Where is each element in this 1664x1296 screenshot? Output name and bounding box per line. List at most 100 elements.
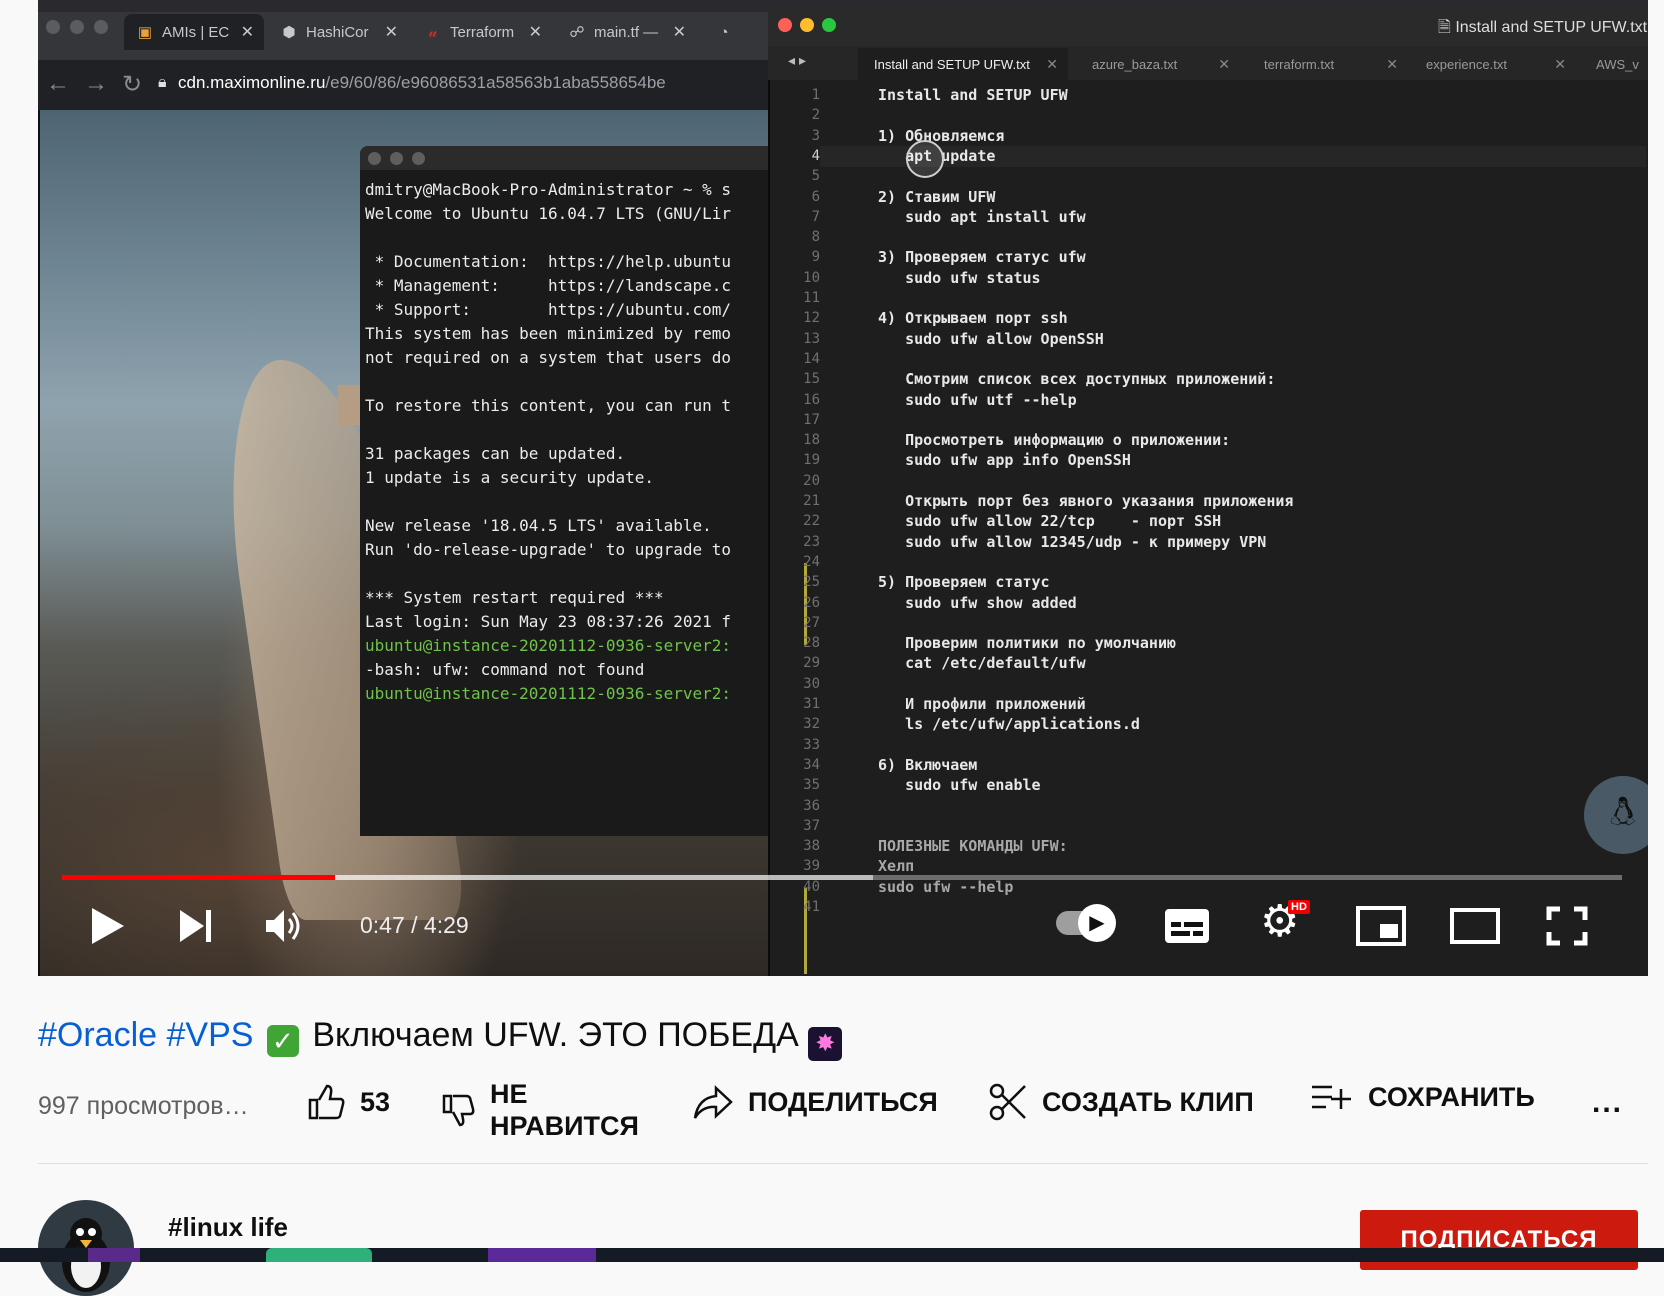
forward-arrow-icon[interactable]: → (84, 70, 108, 98)
lock-icon: 🔒︎ (158, 74, 167, 91)
code-line[interactable]: ПОЛЕЗНЫЕ КОМАНДЫ UFW: (878, 837, 1068, 855)
fullscreen-icon[interactable] (1546, 906, 1588, 946)
close-icon[interactable]: ✕ (673, 22, 686, 42)
close-icon[interactable]: ✕ (529, 22, 542, 42)
more-actions-icon[interactable]: ... (1592, 1086, 1623, 1120)
code-line[interactable]: sudo ufw allow OpenSSH (878, 330, 1104, 348)
line-number: 38 (803, 838, 820, 855)
share-arrow-icon (693, 1085, 733, 1119)
video-player[interactable]: ▣ AMIs | EC ✕ ⬢ HashiCor ✕ 𝓊 Terraform ✕… (38, 0, 1648, 976)
code-line[interactable]: 1) Обновляемся (878, 127, 1004, 145)
code-line[interactable]: 4) Открываем порт ssh (878, 309, 1068, 327)
browser-tab[interactable]: ▣ AMIs | EC ✕ (124, 14, 264, 50)
code-line[interactable]: sudo ufw --help (878, 878, 1013, 896)
like-button[interactable]: 53 (306, 1082, 390, 1122)
code-line[interactable]: sudo ufw show added (878, 594, 1077, 612)
editor-tab-label: experience.txt (1426, 56, 1507, 72)
line-number: 9 (811, 249, 820, 266)
code-line[interactable]: Смотрим список всех доступных приложений… (878, 370, 1275, 388)
hd-badge: HD (1288, 900, 1310, 914)
volume-icon[interactable] (264, 906, 304, 946)
terminal-window[interactable] (360, 146, 770, 836)
close-icon[interactable]: ✕ (385, 22, 398, 42)
share-label: ПОДЕЛИТЬСЯ (748, 1086, 938, 1117)
channel-name[interactable]: #linux life (168, 1212, 288, 1243)
code-line[interactable]: Хелп (878, 857, 914, 875)
line-number: 8 (811, 229, 820, 246)
code-line[interactable]: ls /etc/ufw/applications.d (878, 715, 1140, 733)
miniplayer-icon[interactable] (1356, 906, 1406, 946)
line-number: 29 (803, 655, 820, 672)
close-icon[interactable]: ✕ (241, 22, 254, 42)
minimize-dot[interactable] (800, 18, 814, 32)
tab-label: AMIs | EC (162, 23, 230, 41)
line-number: 19 (803, 452, 820, 469)
code-line[interactable]: 6) Включаем (878, 756, 977, 774)
title-hashtags[interactable]: #Oracle #VPS (38, 1016, 253, 1054)
editor-tab[interactable]: AWS_v (1580, 48, 1648, 80)
code-line[interactable]: cat /etc/default/ufw (878, 654, 1086, 672)
code-line[interactable]: И профили приложений (878, 695, 1086, 713)
check-mark-icon: ✓ (266, 1025, 299, 1057)
terminal-line: To restore this content, you can run t (365, 396, 732, 415)
like-count: 53 (360, 1086, 391, 1117)
next-icon[interactable] (178, 908, 214, 944)
view-count[interactable]: 997 просмотров… (38, 1092, 249, 1121)
subtitles-icon[interactable] (1164, 908, 1210, 944)
close-icon[interactable]: ✕ (1218, 56, 1230, 73)
line-number: 12 (803, 310, 820, 327)
browser-tab[interactable]: 𝓊 Terraform ✕ (412, 14, 552, 50)
editor-window-title: 🗎 Install and SETUP UFW.txt (1438, 19, 1648, 36)
close-dot[interactable] (778, 18, 792, 32)
terminal-line: not required on a system that users do (365, 348, 732, 367)
terminal-line: *** System restart required *** (365, 588, 664, 607)
code-line[interactable]: sudo ufw status (878, 269, 1040, 287)
code-line[interactable]: sudo ufw allow 12345/udp - к примеру VPN (878, 533, 1266, 551)
code-line[interactable]: sudo apt install ufw (878, 208, 1086, 226)
dock-item (266, 1248, 372, 1262)
share-button[interactable]: ПОДЕЛИТЬСЯ (692, 1082, 938, 1122)
url-text[interactable]: cdn.maximonline.ru/e9/60/86/e96086531a58… (178, 73, 666, 93)
tab-label: Terraform (450, 23, 515, 41)
save-button[interactable]: СОХРАНИТЬ (1310, 1082, 1535, 1113)
terminal-line: * Documentation: https://help.ubuntu (365, 252, 732, 271)
editor-tab[interactable]: terraform.txt ✕ (1248, 48, 1408, 80)
code-line[interactable]: Install and SETUP UFW (878, 86, 1068, 104)
close-icon[interactable]: ✕ (1554, 56, 1566, 73)
browser-tab[interactable]: ☍ main.tf — ✕ (556, 14, 696, 50)
code-line[interactable]: sudo ufw utf --help (878, 391, 1077, 409)
line-number: 39 (803, 858, 820, 875)
code-line[interactable]: sudo ufw allow 22/tcp - порт SSH (878, 512, 1221, 530)
terminal-line: New release '18.04.5 LTS' available. (365, 516, 712, 535)
reload-icon[interactable]: ↻ (122, 70, 142, 99)
line-number: 35 (803, 777, 820, 794)
close-icon[interactable]: ✕ (1386, 56, 1398, 73)
dislike-button[interactable]: НЕ НРАВИТСЯ (440, 1078, 639, 1142)
line-number: 30 (803, 675, 820, 692)
code-line[interactable]: Открыть порт без явного указания приложе… (878, 492, 1293, 510)
close-icon[interactable]: ✕ (1046, 56, 1058, 73)
progress-played (62, 875, 335, 880)
line-number: 16 (803, 391, 820, 408)
play-icon[interactable] (90, 906, 126, 946)
code-line[interactable]: sudo ufw enable (878, 776, 1040, 794)
code-line[interactable]: 2) Ставим UFW (878, 188, 995, 206)
editor-tab[interactable]: Install and SETUP UFW.txt ✕ (858, 48, 1068, 80)
browser-tab[interactable]: ⬢ HashiCor ✕ (268, 14, 408, 50)
editor-tab[interactable]: experience.txt ✕ (1410, 48, 1576, 80)
code-line[interactable]: sudo ufw app info OpenSSH (878, 451, 1131, 469)
code-line[interactable]: 3) Проверяем статус ufw (878, 248, 1086, 266)
create-clip-button[interactable]: СОЗДАТЬ КЛИП (988, 1082, 1254, 1122)
code-line[interactable]: Проверим политики по умолчанию (878, 634, 1176, 652)
theater-mode-icon[interactable] (1450, 908, 1500, 944)
code-line[interactable]: 5) Проверяем статус (878, 573, 1050, 591)
code-line[interactable]: Просмотреть информацию о приложении: (878, 431, 1230, 449)
line-number: 32 (803, 716, 820, 733)
tab-nav-arrows-icon[interactable]: ◂▸ (788, 52, 810, 69)
editor-tab[interactable]: azure_baza.txt ✕ (1076, 48, 1240, 80)
browser-tab[interactable]: ◔ (703, 14, 763, 50)
terminal-dot (390, 152, 403, 165)
back-arrow-icon[interactable]: ← (46, 70, 70, 98)
zoom-dot[interactable] (822, 18, 836, 32)
line-number: 36 (803, 797, 820, 814)
